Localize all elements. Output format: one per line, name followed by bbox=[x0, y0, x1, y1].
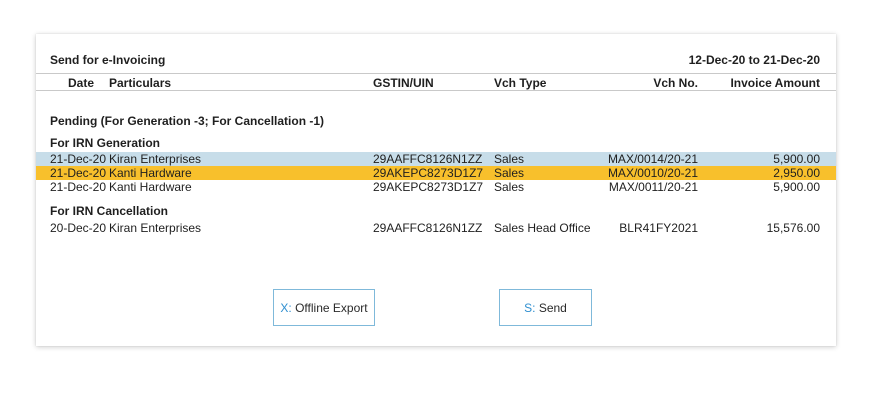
row-amount: 5,900.00 bbox=[773, 152, 820, 166]
e-invoicing-panel: Send for e-Invoicing 12-Dec-20 to 21-Dec… bbox=[36, 34, 836, 346]
report-title: Send for e-Invoicing bbox=[50, 53, 166, 67]
row-vch-type: Sales Head Office bbox=[494, 221, 591, 235]
row-vch-no: MAX/0014/20-21 bbox=[607, 152, 698, 166]
row-gstin: 29AKEPC8273D1Z7 bbox=[373, 180, 484, 194]
row-date: 21-Dec-20 bbox=[50, 152, 107, 166]
table-row[interactable]: 21-Dec-20 Kiran Enterprises 29AAFFC8126N… bbox=[36, 152, 836, 166]
irn-cancellation-heading: For IRN Cancellation bbox=[50, 204, 169, 218]
row-particulars: Kanti Hardware bbox=[109, 166, 192, 180]
row-particulars: Kiran Enterprises bbox=[109, 221, 202, 235]
row-particulars: Kanti Hardware bbox=[109, 180, 192, 194]
row-date: 21-Dec-20 bbox=[50, 166, 107, 180]
header-divider bbox=[36, 73, 836, 74]
column-vch-no: Vch No. bbox=[653, 76, 698, 90]
offline-export-button[interactable]: X: Offline Export bbox=[273, 289, 375, 326]
offline-export-label: Offline Export bbox=[295, 300, 368, 315]
row-gstin: 29AKEPC8273D1Z7 bbox=[373, 166, 484, 180]
row-vch-no: MAX/0011/20-21 bbox=[608, 180, 698, 194]
send-button[interactable]: S: Send bbox=[499, 289, 592, 326]
table-row[interactable]: 21-Dec-20 Kanti Hardware 29AKEPC8273D1Z7… bbox=[36, 166, 836, 180]
row-particulars: Kiran Enterprises bbox=[109, 152, 202, 166]
row-date: 21-Dec-20 bbox=[50, 180, 107, 194]
row-vch-type: Sales bbox=[494, 152, 525, 166]
irn-generation-heading: For IRN Generation bbox=[50, 136, 161, 150]
row-gstin: 29AAFFC8126N1ZZ bbox=[373, 221, 483, 235]
table-row[interactable]: 21-Dec-20 Kanti Hardware 29AKEPC8273D1Z7… bbox=[36, 180, 836, 194]
send-label: Send bbox=[538, 300, 567, 315]
row-amount: 15,576.00 bbox=[766, 221, 820, 235]
date-range[interactable]: 12-Dec-20 to 21-Dec-20 bbox=[689, 53, 820, 67]
offline-export-shortcut: X: bbox=[280, 300, 292, 315]
row-date: 20-Dec-20 bbox=[50, 221, 107, 235]
column-gstin: GSTIN/UIN bbox=[373, 76, 434, 90]
row-gstin: 29AAFFC8126N1ZZ bbox=[373, 152, 483, 166]
row-amount: 5,900.00 bbox=[773, 180, 820, 194]
row-vch-no: MAX/0010/20-21 bbox=[607, 166, 698, 180]
row-vch-type: Sales bbox=[494, 180, 525, 194]
column-date: Date bbox=[68, 76, 95, 90]
row-amount: 2,950.00 bbox=[773, 166, 820, 180]
row-vch-type: Sales bbox=[494, 166, 525, 180]
table-row[interactable]: 20-Dec-20 Kiran Enterprises 29AAFFC8126N… bbox=[36, 221, 836, 235]
column-particulars: Particulars bbox=[109, 76, 172, 90]
column-divider bbox=[36, 90, 836, 91]
send-shortcut: S: bbox=[524, 300, 536, 315]
column-invoice-amount: Invoice Amount bbox=[730, 76, 820, 90]
row-vch-no: BLR41FY2021 bbox=[619, 221, 698, 235]
column-vch-type: Vch Type bbox=[494, 76, 547, 90]
pending-summary: Pending (For Generation -3; For Cancella… bbox=[50, 114, 325, 128]
